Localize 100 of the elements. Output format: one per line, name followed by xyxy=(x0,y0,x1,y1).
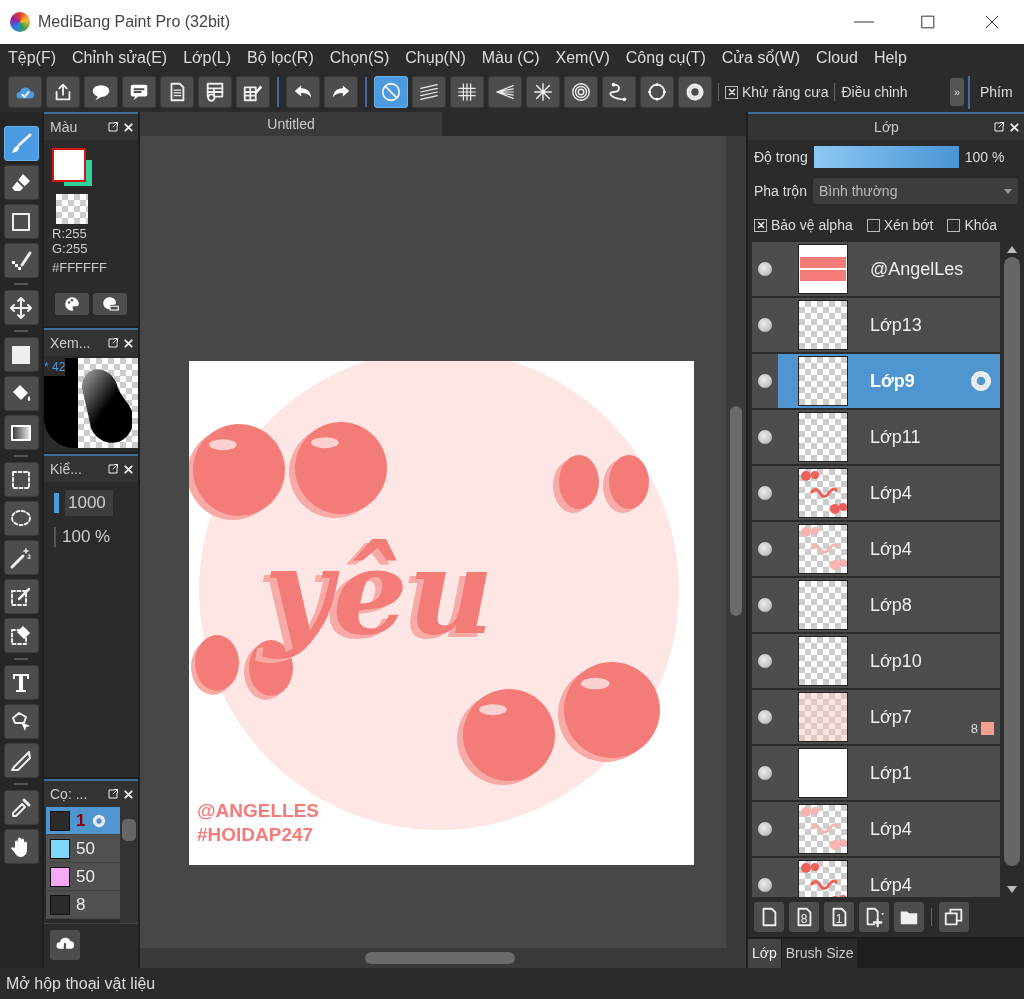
menu-item[interactable]: Chụp(N) xyxy=(397,45,474,71)
overflow-button[interactable]: » xyxy=(950,78,964,106)
layer-action-button[interactable]: 1 xyxy=(824,902,854,932)
menu-item[interactable]: Cloud xyxy=(808,45,866,71)
menu-item[interactable]: Xem(V) xyxy=(547,45,618,71)
toolbar-button[interactable] xyxy=(160,76,194,108)
palette-button[interactable] xyxy=(55,293,89,315)
menu-item[interactable]: Help xyxy=(865,45,915,71)
brush-item[interactable]: 50 xyxy=(46,835,120,863)
checkbox[interactable] xyxy=(754,218,767,232)
tool-button[interactable] xyxy=(3,462,39,497)
tool-button[interactable] xyxy=(3,743,39,778)
menu-item[interactable]: Công cụ(T) xyxy=(617,45,714,71)
tool-button[interactable] xyxy=(3,243,39,278)
layer-row[interactable]: Lớp13 xyxy=(752,298,1000,354)
layer-action-button[interactable] xyxy=(939,902,969,932)
layer-row[interactable]: Lớp4 xyxy=(752,466,1000,522)
toolbar-button[interactable] xyxy=(412,76,446,108)
toolbar-button[interactable] xyxy=(286,76,320,108)
toolbar-button[interactable] xyxy=(450,76,484,108)
tool-button[interactable] xyxy=(3,126,39,161)
layer-action-button[interactable] xyxy=(754,902,784,932)
scroll-up-icon[interactable] xyxy=(1007,246,1017,253)
toolbar-button[interactable] xyxy=(488,76,522,108)
tool-button[interactable] xyxy=(3,290,39,325)
toolbar-button[interactable] xyxy=(8,76,42,108)
layer-row[interactable]: Lớp1 xyxy=(752,746,1000,802)
menu-item[interactable]: Tệp(F) xyxy=(0,45,64,71)
menu-item[interactable]: Chỉnh sửa(E) xyxy=(64,45,176,71)
visibility-toggle[interactable] xyxy=(758,598,772,612)
tool-button[interactable] xyxy=(3,829,39,864)
vertical-scrollbar[interactable] xyxy=(726,136,746,948)
toolbar-button[interactable] xyxy=(564,76,598,108)
toolbar-button[interactable] xyxy=(640,76,674,108)
visibility-toggle[interactable] xyxy=(758,318,772,332)
visibility-toggle[interactable] xyxy=(758,262,772,276)
palette-button[interactable] xyxy=(93,293,127,315)
visibility-toggle[interactable] xyxy=(758,486,772,500)
tool-button[interactable] xyxy=(3,204,39,239)
toolbar-button[interactable] xyxy=(526,76,560,108)
blend-mode-dropdown[interactable]: Bình thường xyxy=(812,178,1018,204)
tool-button[interactable] xyxy=(3,165,39,200)
toolbar-button[interactable] xyxy=(602,76,636,108)
scrollbar[interactable] xyxy=(120,807,138,923)
checkbox[interactable] xyxy=(866,218,880,232)
visibility-toggle[interactable] xyxy=(758,374,772,388)
background-color-swatch[interactable] xyxy=(64,160,92,186)
document-tab[interactable]: Untitled xyxy=(140,112,442,136)
visibility-toggle[interactable] xyxy=(758,766,772,780)
foreground-color-swatch[interactable] xyxy=(52,148,86,182)
adjust-label[interactable]: Điều chỉnh xyxy=(841,81,908,103)
layer-action-button[interactable] xyxy=(894,902,924,932)
menu-item[interactable]: Cửa sổ(W) xyxy=(713,45,809,71)
scroll-down-icon[interactable] xyxy=(1007,886,1017,893)
tool-button[interactable] xyxy=(3,540,39,575)
tool-button[interactable] xyxy=(3,376,39,411)
menu-item[interactable]: Chọn(S) xyxy=(321,45,398,71)
visibility-toggle[interactable] xyxy=(758,822,772,836)
tool-button[interactable] xyxy=(3,790,39,825)
checkbox[interactable] xyxy=(725,85,738,99)
brush-item[interactable]: 8 xyxy=(46,891,120,919)
tool-button[interactable] xyxy=(3,579,39,614)
layer-row[interactable]: Lớp11 xyxy=(752,410,1000,466)
toolbar-button[interactable] xyxy=(122,76,156,108)
transparent-swatch[interactable] xyxy=(56,194,88,224)
cloud-download-button[interactable] xyxy=(50,930,80,960)
layer-action-button[interactable] xyxy=(859,902,889,932)
layer-row[interactable]: @AngelLes xyxy=(752,242,1000,298)
visibility-toggle[interactable] xyxy=(758,654,772,668)
toolbar-button[interactable] xyxy=(324,76,358,108)
tool-button[interactable] xyxy=(3,501,39,536)
panel-tab[interactable]: Brush Size xyxy=(781,939,858,968)
layer-action-button[interactable]: 8 xyxy=(789,902,819,932)
toolbar-button[interactable] xyxy=(198,76,232,108)
side-tab[interactable]: Phím xyxy=(968,75,1024,109)
brush-item[interactable]: 50 xyxy=(46,863,120,891)
tool-button[interactable] xyxy=(3,618,39,653)
layer-row[interactable]: Lớp4 xyxy=(752,802,1000,858)
panel-tab[interactable]: Lớp xyxy=(748,939,781,968)
layer-row[interactable]: Lớp4 xyxy=(752,522,1000,578)
menu-item[interactable]: Màu (C) xyxy=(473,45,548,71)
menu-item[interactable]: Lớp(L) xyxy=(175,45,240,71)
menu-item[interactable]: Bộ lọc(R) xyxy=(239,45,322,71)
toolbar-button[interactable] xyxy=(84,76,118,108)
visibility-toggle[interactable] xyxy=(758,710,772,724)
checkbox[interactable] xyxy=(947,218,961,232)
toolbar-button[interactable] xyxy=(678,76,712,108)
visibility-toggle[interactable] xyxy=(758,878,772,892)
layer-row[interactable]: Lớp10 xyxy=(752,634,1000,690)
visibility-toggle[interactable] xyxy=(758,430,772,444)
horizontal-scrollbar[interactable] xyxy=(140,948,746,968)
tool-button[interactable] xyxy=(3,337,39,372)
toolbar-button[interactable] xyxy=(46,76,80,108)
layer-row[interactable]: Lớp4 xyxy=(752,858,1000,897)
tool-button[interactable] xyxy=(3,415,39,450)
visibility-toggle[interactable] xyxy=(758,542,772,556)
tool-button[interactable] xyxy=(3,704,39,739)
layer-row[interactable]: Lớp8 xyxy=(752,578,1000,634)
size-field[interactable]: 1000 xyxy=(65,490,113,516)
opacity-slider[interactable] xyxy=(813,146,959,168)
